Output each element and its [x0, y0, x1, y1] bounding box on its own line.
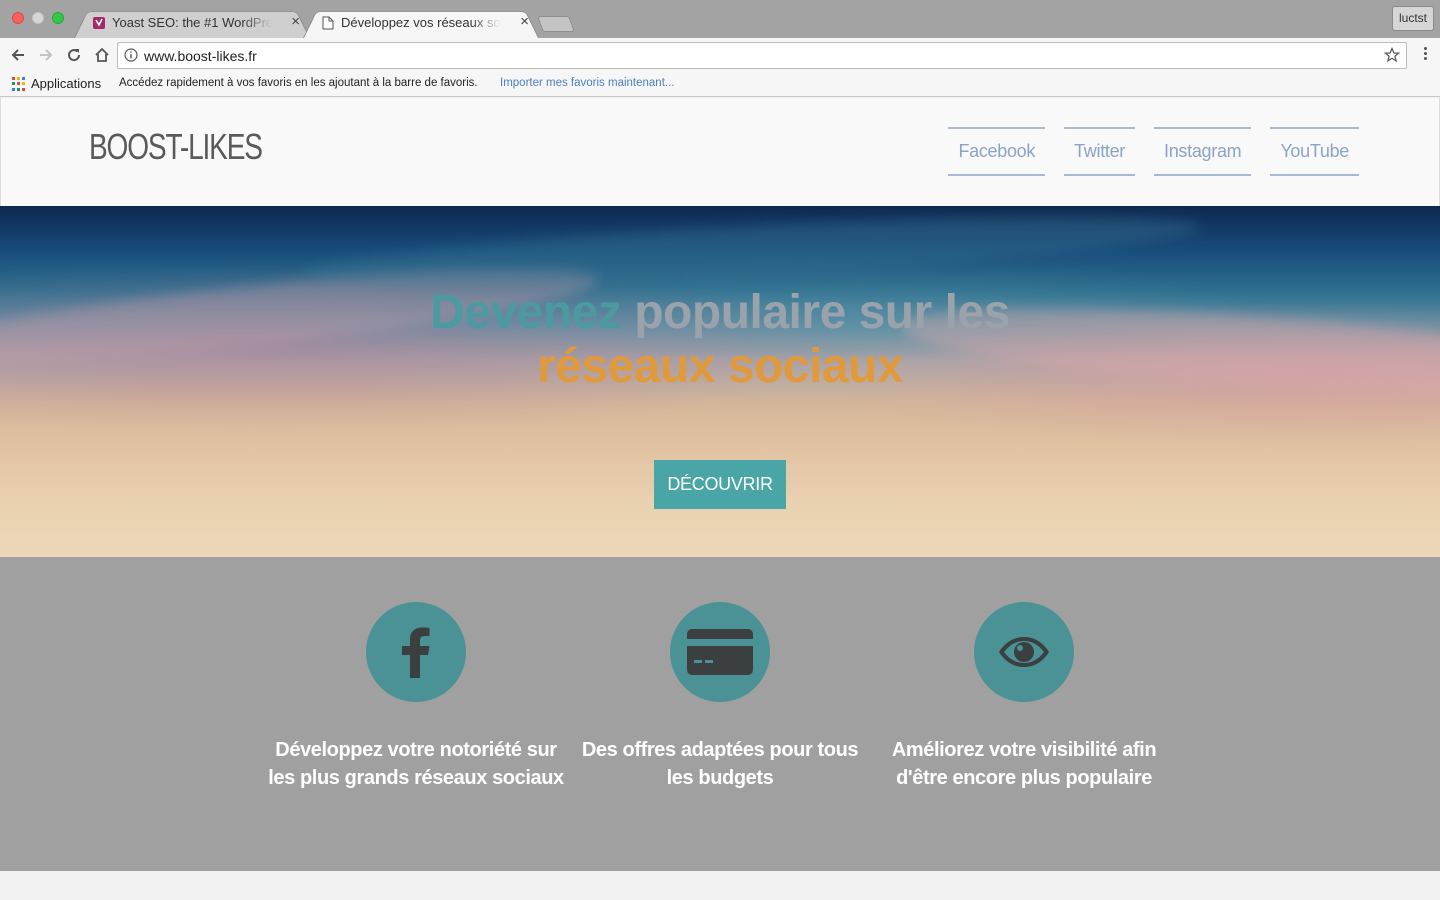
- yoast-favicon-icon: [92, 16, 106, 30]
- address-bar[interactable]: www.boost-likes.fr: [117, 42, 1407, 69]
- minimize-window-button[interactable]: [32, 12, 44, 24]
- bookmarks-hint: Accédez rapidement à vos favoris en les …: [119, 77, 478, 89]
- home-icon: [95, 47, 109, 62]
- tab-title: Développez vos réseaux socia: [341, 15, 501, 30]
- browser-toolbar: www.boost-likes.fr: [0, 38, 1440, 72]
- browser-tab-boost-likes[interactable]: Développez vos réseaux socia ×: [303, 7, 539, 39]
- close-tab-icon[interactable]: ×: [291, 13, 300, 30]
- nav-link-youtube[interactable]: YouTube: [1270, 127, 1359, 176]
- features-section: Développez votre notoriété sur les plus …: [0, 557, 1440, 871]
- home-button[interactable]: [90, 43, 114, 67]
- feature-notoriety: Développez votre notoriété sur les plus …: [266, 602, 566, 792]
- feature-visibility: Améliorez votre visibilité afin d'être e…: [874, 602, 1174, 792]
- back-button[interactable]: [6, 43, 30, 67]
- forward-arrow-icon: [40, 49, 53, 61]
- credit-card-icon: [670, 602, 770, 702]
- new-tab-button[interactable]: [537, 16, 575, 32]
- eye-icon: [974, 602, 1074, 702]
- apps-grid-icon[interactable]: [12, 77, 26, 91]
- bookmark-star-icon[interactable]: [1383, 46, 1401, 68]
- nav-link-facebook[interactable]: Facebook: [948, 127, 1046, 176]
- browser-menu-icon[interactable]: [1424, 47, 1428, 62]
- maximize-window-button[interactable]: [52, 12, 64, 24]
- bookmarks-bar: Applications Accédez rapidement à vos fa…: [0, 72, 1440, 97]
- hero-banner: Devenez populaire sur les réseaux sociau…: [0, 206, 1440, 557]
- feature-text: Des offres adaptées pour tous les budget…: [581, 739, 859, 789]
- info-icon[interactable]: [124, 48, 138, 67]
- main-nav: Facebook Twitter Instagram YouTube: [948, 127, 1359, 176]
- import-bookmarks-link[interactable]: Importer mes favoris maintenant...: [500, 77, 674, 89]
- url-text: www.boost-likes.fr: [144, 48, 257, 64]
- discover-button[interactable]: DÉCOUVRIR: [654, 460, 786, 509]
- site-header: BOOST-LIKES Facebook Twitter Instagram Y…: [0, 98, 1440, 206]
- back-arrow-icon: [11, 49, 24, 61]
- nav-link-twitter[interactable]: Twitter: [1064, 127, 1136, 176]
- hero-title-middle: populaire sur les: [634, 286, 1010, 339]
- hero-title-word-devenez: Devenez: [430, 286, 622, 339]
- close-tab-icon[interactable]: ×: [520, 13, 529, 30]
- hero-title: Devenez populaire sur les réseaux sociau…: [0, 286, 1440, 394]
- feature-text: Améliorez votre visibilité afin d'être e…: [891, 739, 1157, 789]
- tab-title: Yoast SEO: the #1 WordPress: [112, 15, 272, 30]
- apps-shortcut[interactable]: Applications: [31, 76, 101, 91]
- facebook-icon: [366, 602, 466, 702]
- reload-button[interactable]: [62, 43, 86, 67]
- footer-strip: [0, 871, 1440, 900]
- browser-titlebar: Yoast SEO: the #1 WordPress × Développez…: [0, 0, 1440, 39]
- close-window-button[interactable]: [12, 12, 24, 24]
- feature-text: Développez votre notoriété sur les plus …: [268, 739, 564, 789]
- reload-icon: [68, 49, 81, 62]
- browser-tab-yoast[interactable]: Yoast SEO: the #1 WordPress ×: [74, 7, 310, 39]
- site-logo[interactable]: BOOST-LIKES: [89, 126, 263, 168]
- feature-offers: Des offres adaptées pour tous les budget…: [570, 602, 870, 792]
- page-content: BOOST-LIKES Facebook Twitter Instagram Y…: [0, 98, 1440, 900]
- nav-link-instagram[interactable]: Instagram: [1154, 127, 1252, 176]
- forward-button[interactable]: [34, 43, 58, 67]
- page-icon: [321, 16, 335, 30]
- profile-button[interactable]: luctst: [1391, 6, 1434, 31]
- hero-title-highlight: réseaux sociaux: [536, 340, 904, 393]
